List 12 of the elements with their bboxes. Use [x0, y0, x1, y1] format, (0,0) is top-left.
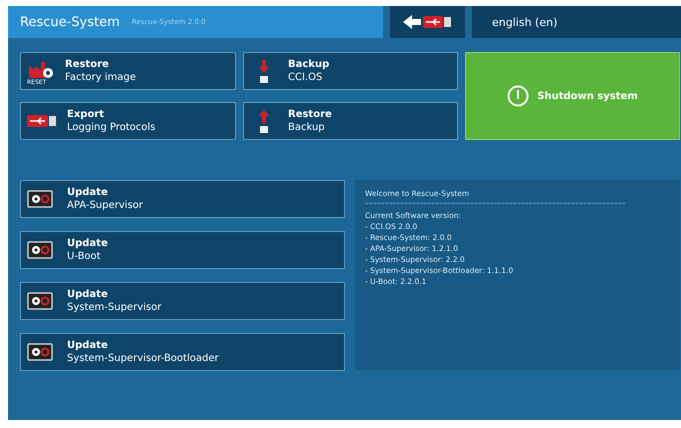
arrow-usb-icon	[402, 13, 452, 31]
action-button[interactable]: Backup CCI.OS	[243, 52, 458, 90]
action-button[interactable]: Restore Backup	[243, 102, 458, 140]
action-button[interactable]: Export Logging Protocols	[20, 102, 236, 140]
power-icon	[507, 85, 530, 107]
language-selector[interactable]: english (en)	[472, 6, 681, 38]
eject-usb-button[interactable]	[390, 6, 465, 38]
update-button[interactable]: Update System-Supervisor-Bootloader	[20, 333, 345, 371]
update-button[interactable]: Update U-Boot	[20, 231, 345, 269]
app-title: Rescue-System	[20, 14, 120, 30]
update-button[interactable]: Update APA-Supervisor	[20, 180, 345, 218]
update-button[interactable]: Update System-Supervisor	[20, 282, 345, 320]
